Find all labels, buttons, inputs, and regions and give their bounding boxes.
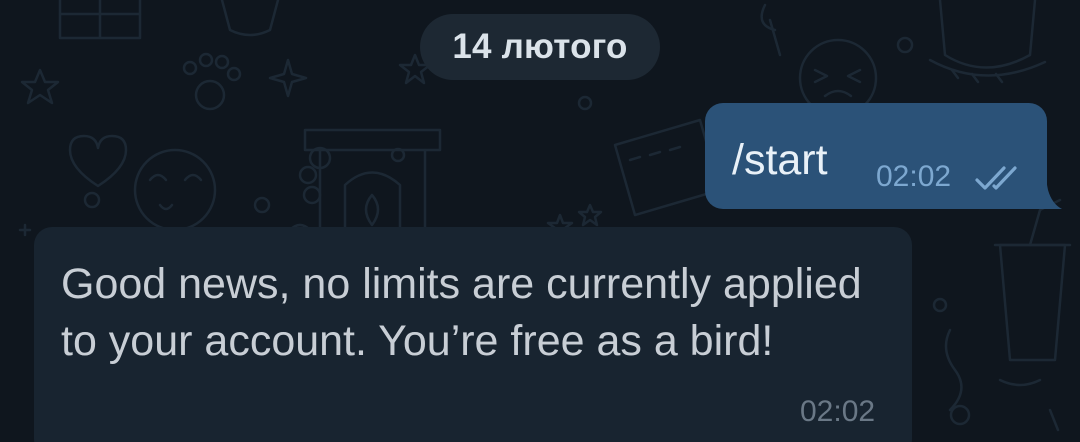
outgoing-bubble-tail (1040, 174, 1062, 209)
incoming-message-time: 02:02 (800, 395, 876, 428)
date-separator: 14 лютого (420, 14, 660, 80)
incoming-message-text: Good news, no limits are currently appli… (61, 260, 862, 365)
double-check-icon (975, 166, 1017, 190)
outgoing-message-time: 02:02 (876, 160, 952, 193)
outgoing-message-text: /start (732, 136, 828, 184)
chat-view[interactable]: 14 лютого /start 02:02 Good news, no lim… (0, 0, 1080, 442)
